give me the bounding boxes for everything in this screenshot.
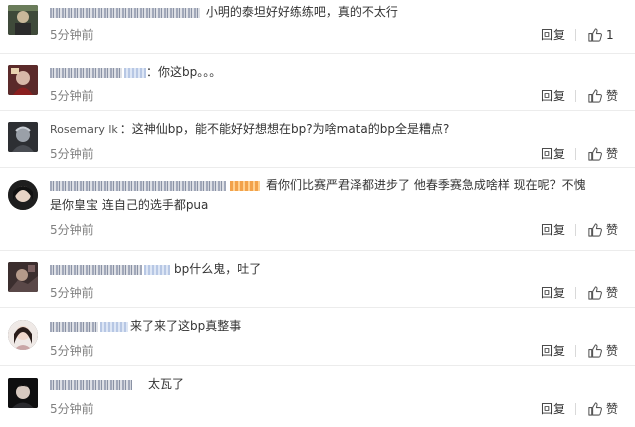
comment-item: ：你这bp。。。 5分钟前 回复 赞 — [0, 54, 635, 111]
comment-body: 看你们比赛严君泽都进步了 他春季赛急成啥样 现在呢？不愧 是你皇宝 连自己的选手… — [50, 175, 627, 239]
like-button[interactable]: 赞 — [581, 284, 627, 302]
comment-time: 5分钟前 — [50, 286, 94, 300]
reply-button[interactable]: 回复 — [541, 87, 565, 105]
comment-text: bp什么鬼，吐了 — [174, 262, 262, 276]
comment-line: 来了来了这bp真整事 — [50, 316, 627, 336]
reply-button[interactable]: 回复 — [541, 400, 565, 418]
thumbs-up-icon — [588, 286, 602, 300]
comment-text: 来了来了这bp真整事 — [130, 319, 242, 333]
thumbs-up-icon — [588, 402, 602, 416]
avatar[interactable] — [8, 122, 38, 152]
avatar[interactable] — [8, 320, 38, 350]
comment-meta: 5分钟前 回复 1 — [50, 26, 627, 44]
like-button[interactable]: 赞 — [581, 400, 627, 418]
like-button[interactable]: 赞 — [581, 145, 627, 163]
comment-text-line-1: 看你们比赛严君泽都进步了 他春季赛急成啥样 现在呢？不愧 — [266, 178, 586, 192]
comment-item: bp什么鬼，吐了 5分钟前 回复 赞 — [0, 251, 635, 308]
comment-body: 太瓦了 5分钟前 回复 赞 — [50, 374, 627, 418]
comment-line: 小明的泰坦好好练练吧，真的不太行 — [50, 2, 627, 22]
thumbs-up-icon — [588, 146, 602, 161]
comment-line: Rosemary lk ：这神仙bp，能不能好好想想在bp?为啥mata的bp全是… — [50, 119, 627, 140]
comment-body: 来了来了这bp真整事 5分钟前 回复 赞 — [50, 316, 627, 360]
like-label: 赞 — [606, 286, 619, 300]
comment-line: 太瓦了 — [50, 374, 627, 394]
comment-meta: 5分钟前 回复 赞 — [50, 221, 627, 239]
like-button[interactable]: 赞 — [581, 221, 627, 239]
comment-text: 小明的泰坦好好练练吧，真的不太行 — [205, 5, 398, 19]
comment-text: 太瓦了 — [148, 377, 185, 391]
like-count: 1 — [606, 28, 614, 42]
like-button[interactable]: 赞 — [581, 342, 627, 360]
comment-time: 5分钟前 — [50, 223, 94, 237]
username-blurred[interactable] — [50, 320, 128, 334]
reply-button[interactable]: 回复 — [541, 221, 565, 239]
comment-meta: 5分钟前 回复 赞 — [50, 87, 627, 105]
avatar[interactable] — [8, 180, 38, 210]
comment-text: ：这神仙bp，能不能好好想想在bp?为啥mata的bp全是糟点? — [119, 122, 450, 136]
comment-item: 小明的泰坦好好练练吧，真的不太行 5分钟前 回复 1 — [0, 0, 635, 54]
divider — [575, 147, 576, 160]
thumbs-up-icon — [588, 344, 602, 358]
username[interactable]: Rosemary lk — [50, 120, 118, 140]
reply-button[interactable]: 回复 — [541, 26, 565, 44]
avatar[interactable] — [8, 5, 38, 35]
comment-item: Rosemary lk ：这神仙bp，能不能好好想想在bp?为啥mata的bp全是… — [0, 111, 635, 168]
username-blurred[interactable] — [50, 263, 170, 277]
comment-line: bp什么鬼，吐了 — [50, 259, 627, 279]
comment-meta: 5分钟前 回复 赞 — [50, 145, 627, 163]
like-button[interactable]: 赞 — [581, 87, 627, 105]
divider — [575, 345, 576, 357]
divider — [575, 90, 576, 102]
avatar[interactable] — [8, 378, 38, 408]
thumbs-up-icon — [588, 223, 602, 237]
comment-body: 小明的泰坦好好练练吧，真的不太行 5分钟前 回复 1 — [50, 2, 627, 44]
username-blurred[interactable] — [50, 6, 200, 20]
divider — [575, 403, 576, 415]
comment-item: 看你们比赛严君泽都进步了 他春季赛急成啥样 现在呢？不愧 是你皇宝 连自己的选手… — [0, 168, 635, 251]
comment-body: bp什么鬼，吐了 5分钟前 回复 赞 — [50, 259, 627, 302]
comment-meta: 5分钟前 回复 赞 — [50, 400, 627, 418]
reply-button[interactable]: 回复 — [541, 342, 565, 360]
comment-time: 5分钟前 — [50, 146, 94, 161]
like-label: 赞 — [606, 402, 619, 416]
like-label: 赞 — [606, 89, 619, 103]
comment-item: 来了来了这bp真整事 5分钟前 回复 赞 — [0, 308, 635, 366]
divider — [575, 29, 576, 41]
divider — [575, 287, 576, 299]
username-blurred[interactable] — [50, 66, 146, 80]
reply-button[interactable]: 回复 — [541, 284, 565, 302]
comment-body: ：你这bp。。。 5分钟前 回复 赞 — [50, 62, 627, 105]
comment-line: ：你这bp。。。 — [50, 62, 627, 82]
comment-time: 5分钟前 — [50, 344, 94, 358]
avatar[interactable] — [8, 262, 38, 292]
like-label: 赞 — [606, 344, 619, 358]
comment-line: 看你们比赛严君泽都进步了 他春季赛急成啥样 现在呢？不愧 — [50, 175, 627, 195]
avatar[interactable] — [8, 65, 38, 95]
divider — [575, 224, 576, 236]
comment-meta: 5分钟前 回复 赞 — [50, 284, 627, 302]
comment-time: 5分钟前 — [50, 28, 94, 42]
thumbs-up-icon — [588, 89, 602, 103]
username-blurred[interactable] — [50, 378, 132, 392]
username-blurred[interactable] — [50, 179, 260, 193]
reply-button[interactable]: 回复 — [541, 145, 565, 163]
comment-time: 5分钟前 — [50, 402, 94, 416]
comment-time: 5分钟前 — [50, 89, 94, 103]
thumbs-up-icon — [588, 28, 602, 42]
comment-text: ：你这bp。。。 — [146, 65, 222, 79]
comment-text-line-2: 是你皇宝 连自己的选手都pua — [50, 198, 209, 212]
comment-body: Rosemary lk ：这神仙bp，能不能好好想想在bp?为啥mata的bp全是… — [50, 119, 627, 163]
like-label: 赞 — [606, 146, 619, 161]
like-label: 赞 — [606, 223, 619, 237]
comment-meta: 5分钟前 回复 赞 — [50, 342, 627, 360]
like-button[interactable]: 1 — [581, 26, 627, 44]
comment-item: 太瓦了 5分钟前 回复 赞 — [0, 366, 635, 427]
